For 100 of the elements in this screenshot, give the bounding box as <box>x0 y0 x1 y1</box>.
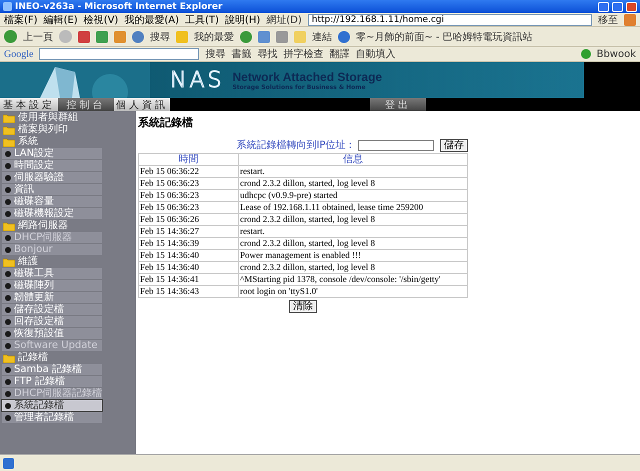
menu-item[interactable]: 說明(H) <box>224 13 260 26</box>
sidebar-item[interactable]: 儲存設定檔 <box>2 304 102 315</box>
table-cell: crond 2.3.2 dillon, started, log level 8 <box>238 178 468 190</box>
sidebar-folder[interactable]: 網路伺服器 <box>0 220 136 231</box>
bullet-icon <box>5 174 11 180</box>
column-header: 時間 <box>138 154 238 166</box>
window-title: INEO-v263a - Microsoft Internet Explorer <box>15 2 224 12</box>
bullet-icon <box>5 270 11 276</box>
table-cell: Feb 15 06:36:22 <box>138 166 238 178</box>
folder-label: 維護 <box>18 256 38 267</box>
menu-item[interactable]: 檢視(V) <box>84 13 118 26</box>
toolbar-button[interactable]: 尋找 <box>257 47 278 61</box>
item-label: Bonjour <box>14 244 53 255</box>
ip-address-field[interactable] <box>358 140 434 150</box>
table-cell: root login on 'ttyS1.0' <box>238 286 468 298</box>
sidebar-item[interactable]: 磁碟工具 <box>2 268 102 279</box>
bullet-icon <box>5 330 11 336</box>
bullet-icon <box>5 402 11 408</box>
toolbar-button[interactable]: 拼字檢查 <box>283 47 324 61</box>
sidebar-item[interactable]: 管理者記錄檔 <box>2 412 102 423</box>
menu-item[interactable]: 我的最愛(A) <box>124 13 179 26</box>
links-label: 連結 <box>312 30 332 44</box>
item-label: LAN設定 <box>14 148 54 159</box>
toolbar-button[interactable]: 搜尋 <box>205 47 226 61</box>
item-label: FTP 記錄檔 <box>14 376 65 387</box>
bullet-icon <box>5 198 11 204</box>
sidebar-item[interactable]: 韌體更新 <box>2 292 102 303</box>
sidebar-item[interactable]: Samba 記錄檔 <box>2 364 102 375</box>
sidebar-item[interactable]: 恢復預設值 <box>2 328 102 339</box>
item-label: 回存設定檔 <box>14 316 64 327</box>
item-label: 資訊 <box>14 184 34 195</box>
folder-label: 系統 <box>18 136 38 147</box>
table-cell: Feb 15 06:36:23 <box>138 202 238 214</box>
table-cell: Lease of 192.168.1.11 obtained, lease time 259200 <box>238 202 468 214</box>
sidebar-item[interactable]: FTP 記錄檔 <box>2 376 102 387</box>
sidebar-folder[interactable]: 系統 <box>0 136 136 147</box>
table-cell: Feb 15 14:36:39 <box>138 238 238 250</box>
account-button[interactable]: Bbwook <box>596 48 636 60</box>
item-label: DHCP伺服器 <box>14 232 72 243</box>
item-label: 磁碟容量 <box>14 196 54 207</box>
bullet-icon <box>5 378 11 384</box>
sidebar-item[interactable]: 磁碟陣列 <box>2 280 102 291</box>
toolbar-button[interactable]: 書籤 <box>231 47 252 61</box>
sidebar-folder[interactable]: 記錄檔 <box>0 352 136 363</box>
sidebar-folder[interactable]: 維護 <box>0 256 136 267</box>
table-cell: restart. <box>238 166 468 178</box>
maximize-button[interactable] <box>612 2 623 12</box>
bullet-icon <box>5 366 11 372</box>
table-cell: crond 2.3.2 dillon, started, log level 8 <box>238 238 468 250</box>
sidebar-folder[interactable]: 使用者與群組 <box>0 112 136 123</box>
sidebar-folder[interactable]: 檔案與列印 <box>0 124 136 135</box>
sidebar-item[interactable]: 時間設定 <box>2 160 102 171</box>
nav-tab[interactable]: 登出 <box>370 98 426 111</box>
menu-item[interactable]: 工具(T) <box>185 13 219 26</box>
toolbar-button[interactable]: 翻譯 <box>329 47 350 61</box>
sidebar-item[interactable]: 資訊 <box>2 184 102 195</box>
link[interactable]: 零~月飾的前面~ - 巴哈姆特電玩資訊站 <box>356 30 533 44</box>
search-button[interactable]: 搜尋 <box>150 30 170 44</box>
banner-title: Network Attached Storage <box>232 70 382 84</box>
address-label: 網址(D) <box>266 14 302 26</box>
back-button[interactable]: 上一頁 <box>23 30 53 44</box>
table-cell: Feb 15 06:36:23 <box>138 190 238 202</box>
bullet-icon <box>5 282 11 288</box>
table-cell: Feb 15 06:36:23 <box>138 178 238 190</box>
item-label: 系統記錄檔 <box>14 400 64 411</box>
redirect-label: 系統記錄檔轉向到IP位址 : <box>236 138 352 152</box>
close-button[interactable] <box>626 2 637 12</box>
go-button[interactable]: 移至 <box>598 13 618 26</box>
sidebar-item[interactable]: 系統記錄檔 <box>2 400 102 411</box>
item-label: 管理者記錄檔 <box>14 412 74 423</box>
sidebar-item[interactable]: 回存設定檔 <box>2 316 102 327</box>
menu-item[interactable]: 檔案(F) <box>4 13 38 26</box>
bullet-icon <box>5 210 11 216</box>
toolbar-button[interactable]: 自動填入 <box>355 47 396 61</box>
minimize-button[interactable] <box>598 2 609 12</box>
folder-label: 網路伺服器 <box>18 220 68 231</box>
sidebar-item[interactable]: 磁碟機報設定 <box>2 208 102 219</box>
table-cell: Feb 15 06:36:26 <box>138 214 238 226</box>
address-field[interactable]: http://192.168.1.11/home.cgi <box>308 14 592 26</box>
table-cell: Feb 15 14:36:41 <box>138 274 238 286</box>
bullet-icon <box>5 306 11 312</box>
table-cell: udhcpc (v0.9.9-pre) started <box>238 190 468 202</box>
sidebar-item[interactable]: 磁碟容量 <box>2 196 102 207</box>
nas-logo: NAS <box>170 68 224 92</box>
sidebar-item[interactable]: 伺服器驗證 <box>2 172 102 183</box>
save-button[interactable]: 儲存 <box>440 138 468 152</box>
item-label: Samba 記錄檔 <box>14 364 82 375</box>
item-label: 磁碟陣列 <box>14 280 54 291</box>
item-label: 磁碟工具 <box>14 268 54 279</box>
sidebar-item[interactable]: LAN設定 <box>2 148 102 159</box>
nav-tab[interactable]: 個人資訊 <box>114 98 170 111</box>
table-cell: crond 2.3.2 dillon, started, log level 8 <box>238 262 468 274</box>
nav-tab[interactable]: 基本設定 <box>0 98 58 111</box>
favorites-button[interactable]: 我的最愛 <box>194 30 234 44</box>
nav-tab[interactable]: 控制台 <box>58 98 114 111</box>
bullet-icon <box>5 294 11 300</box>
clear-button[interactable]: 清除 <box>289 300 317 313</box>
menu-item[interactable]: 編輯(E) <box>44 13 78 26</box>
google-search-field[interactable] <box>39 48 200 60</box>
bullet-icon <box>5 162 11 168</box>
